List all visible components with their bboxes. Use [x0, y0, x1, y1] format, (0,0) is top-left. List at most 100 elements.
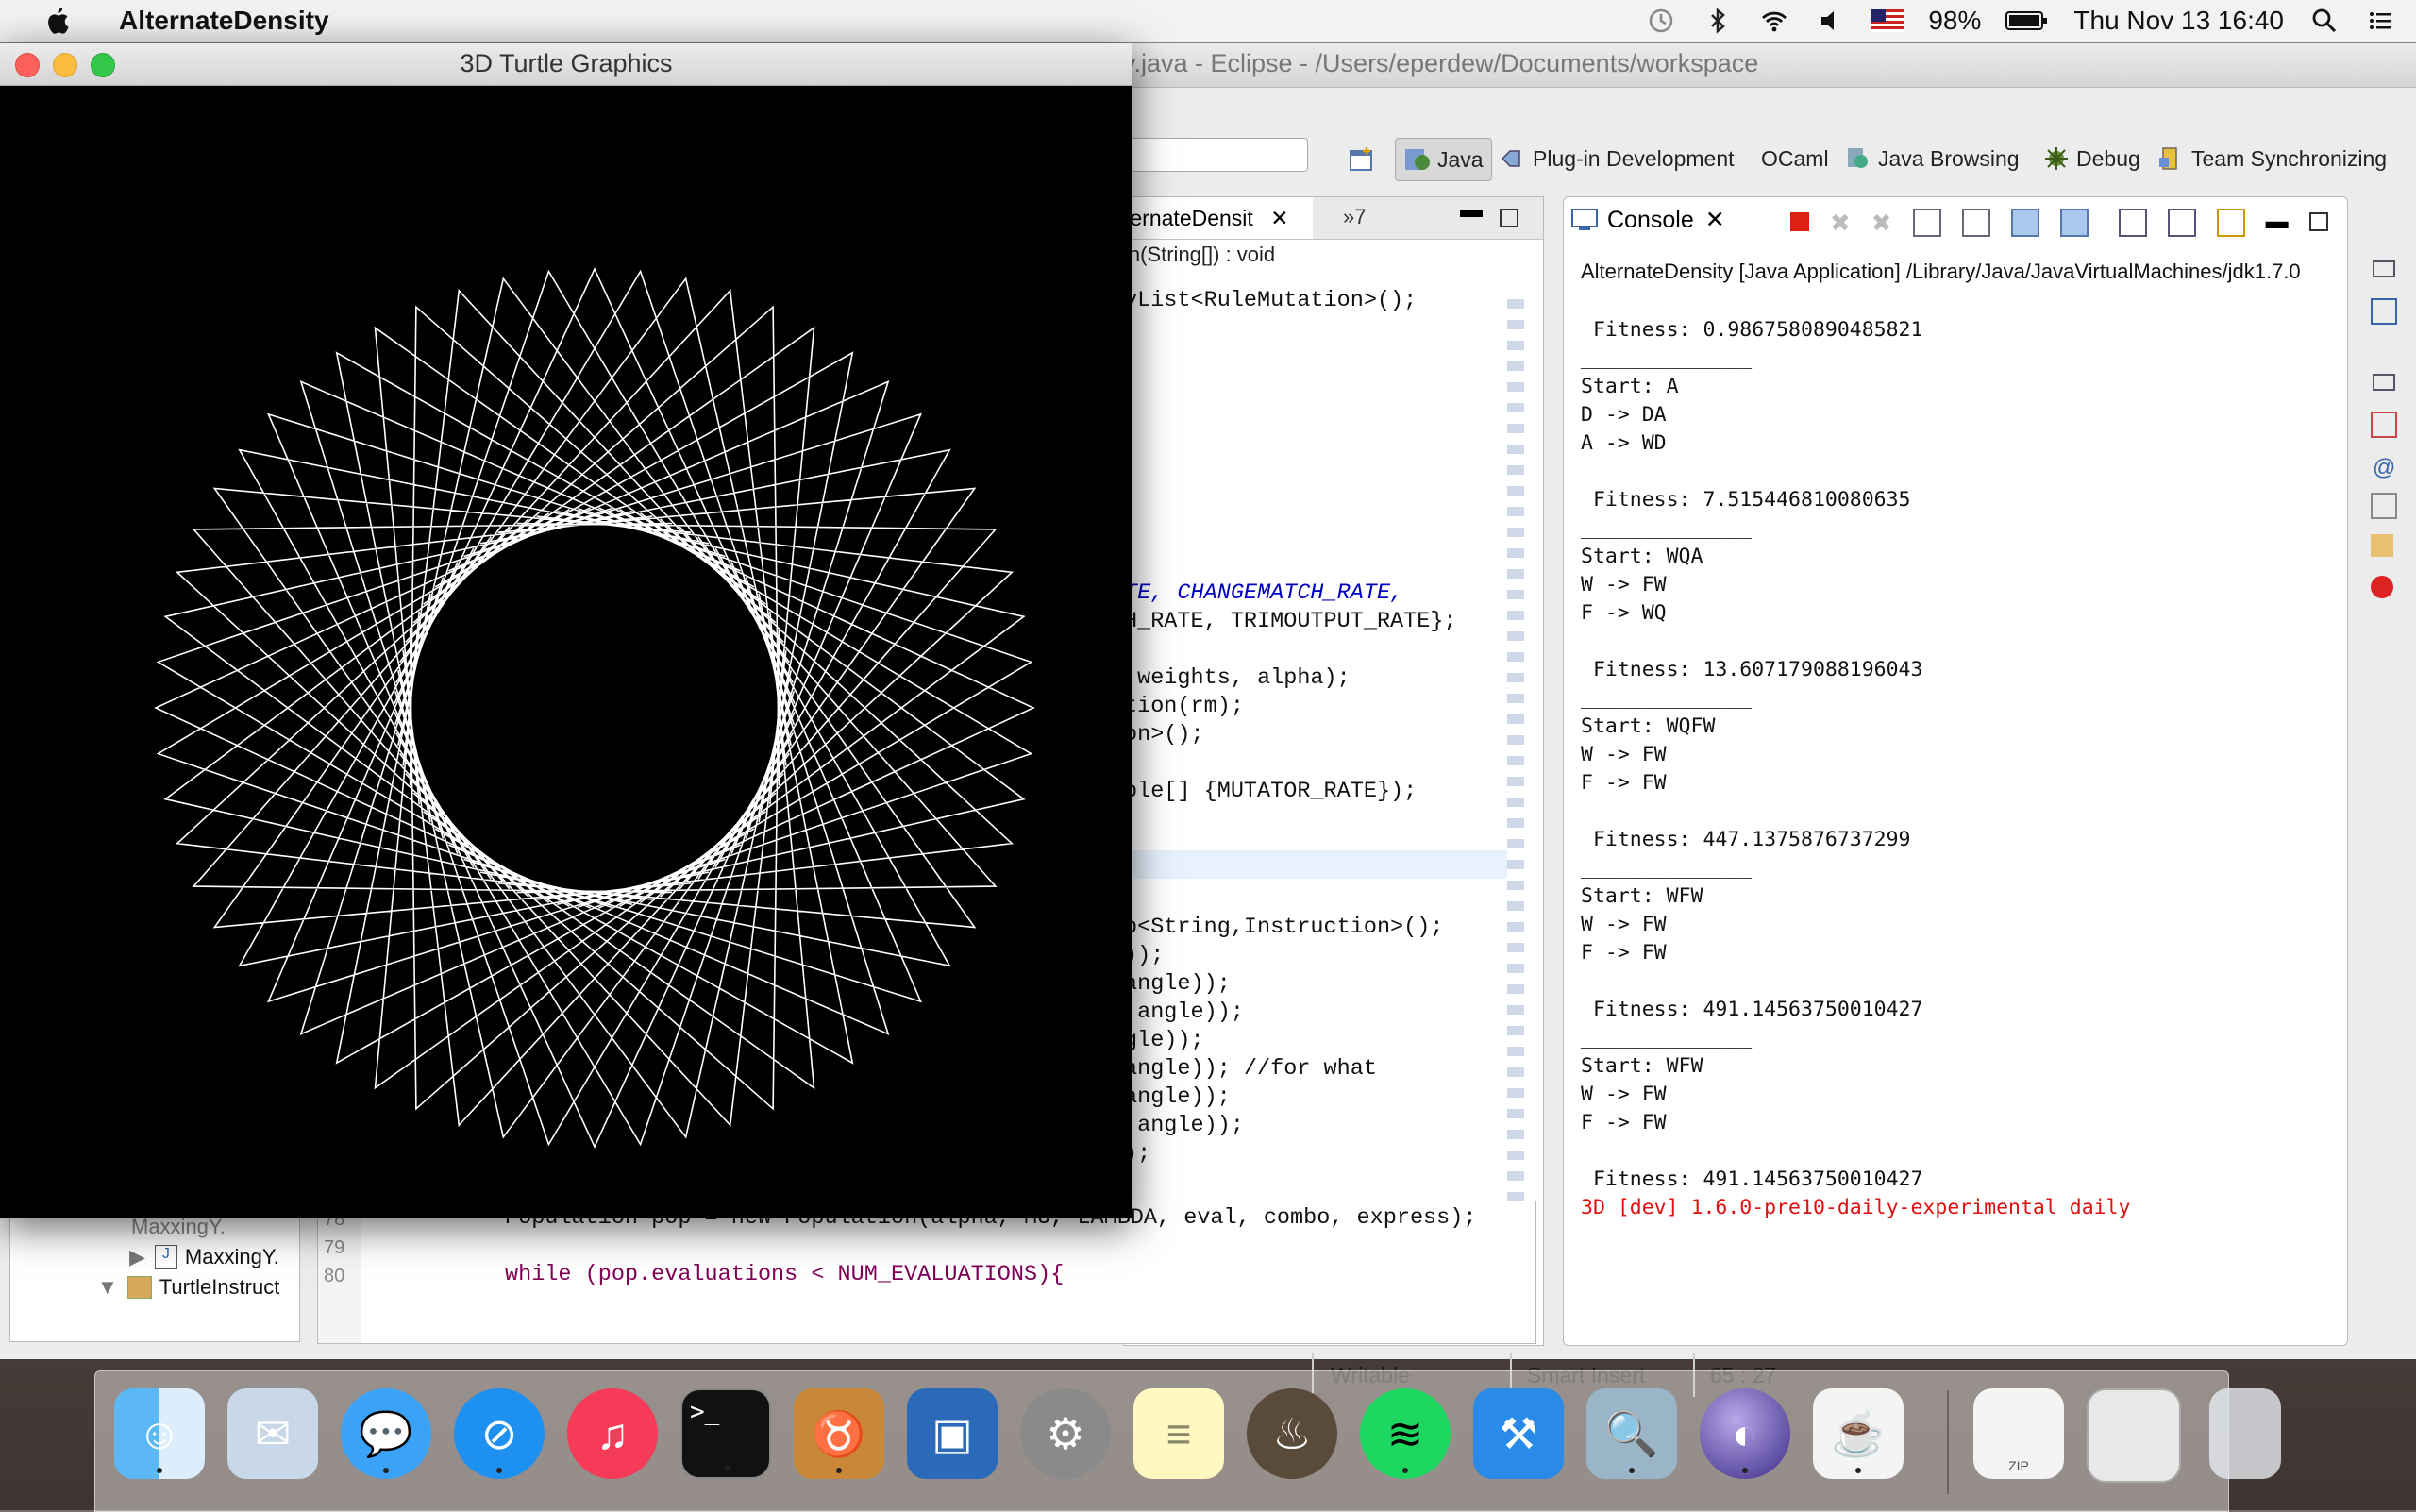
close-icon[interactable]: ✕ [1705, 206, 1725, 234]
xcode-icon[interactable]: ⚒ [1473, 1388, 1564, 1479]
package-explorer[interactable]: MaxxingY. ▶ J MaxxingY. ▼ TurtleInstruct [9, 1206, 300, 1342]
show-on-output-icon[interactable] [2010, 209, 2039, 237]
remove-all-icon[interactable]: ✖ [1871, 209, 1892, 238]
editor-tab-label: ternateDensit [1124, 206, 1253, 230]
open-console-icon[interactable] [2216, 209, 2245, 237]
mail-icon[interactable]: ✉ [227, 1388, 318, 1479]
show-on-error-icon[interactable] [2059, 209, 2089, 237]
perspective-debug[interactable]: Debug [2042, 138, 2140, 179]
spotlight-search-icon[interactable] [2308, 7, 2340, 35]
pin-console-icon[interactable] [2118, 209, 2147, 237]
console-tab[interactable]: Console ✕ [1571, 201, 1725, 239]
spotify-icon[interactable]: ≋ [1360, 1388, 1451, 1479]
notes-icon[interactable]: ≡ [1133, 1388, 1224, 1479]
editor-breadcrumb[interactable]: in(String[]) : void [1124, 243, 1275, 267]
code-line: p<String,Instruction>(); [1124, 915, 1444, 940]
battery-icon[interactable] [2005, 7, 2049, 35]
system-preferences-icon[interactable]: ⚙ [1020, 1388, 1111, 1479]
editor-overflow-tabs[interactable]: »7 [1343, 205, 1366, 229]
close-icon[interactable]: ✕ [1270, 206, 1288, 230]
active-app-name[interactable]: AlternateDensity [119, 6, 329, 36]
remove-launch-icon[interactable]: ✖ [1830, 209, 1851, 238]
us-flag-icon[interactable] [1871, 7, 1904, 35]
battery-percent[interactable]: 98% [1928, 6, 1981, 36]
chevron-down-icon[interactable]: ▼ [97, 1275, 118, 1300]
maximize-icon[interactable] [2308, 212, 2328, 231]
dock: ☺ ✉ 💬 ⊘ ♫ >_ ♉ ▣ ⚙ ≡ ♨ ≋ ⚒ 🔍 ◐ ☕ ZIP [94, 1370, 2281, 1512]
tree-item-maxxingy[interactable]: ▶ J MaxxingY. [129, 1245, 279, 1269]
volume-icon[interactable] [1815, 7, 1847, 35]
virtualbox-icon[interactable]: ▣ [907, 1388, 998, 1479]
line-number: 79 [324, 1237, 345, 1258]
code-line: TE, CHANGEMATCH_RATE, [1124, 580, 1403, 606]
itunes-icon[interactable]: ♫ [567, 1388, 658, 1479]
restore-icon[interactable] [2373, 374, 2395, 391]
problems-icon[interactable] [2371, 412, 2397, 438]
tasks-icon[interactable] [2371, 534, 2393, 557]
java-perspective-icon [1405, 149, 1430, 170]
menu-clock[interactable]: Thu Nov 13 16:40 [2073, 6, 2284, 36]
turtle-title-bar[interactable]: 3D Turtle Graphics [0, 43, 1132, 86]
perspective-java[interactable]: Java [1395, 138, 1492, 181]
tree-item-turtleinstruct[interactable]: ▼ TurtleInstruct [97, 1275, 279, 1300]
apple-icon[interactable] [38, 7, 76, 35]
overview-ruler[interactable] [1507, 288, 1524, 1326]
team-sync-icon [2159, 147, 2177, 170]
javadoc-icon[interactable]: @ [2373, 455, 2395, 481]
zip-icon[interactable]: ZIP [1973, 1388, 2064, 1479]
turtle-graphics-window: 3D Turtle Graphics [0, 43, 1132, 1218]
gnu-icon[interactable]: ♉ [794, 1388, 884, 1479]
tree-item-label: MaxxingY. [184, 1245, 279, 1268]
perspective-plugin-development[interactable]: Plug-in Development [1499, 138, 1735, 179]
perspective-ocaml[interactable]: OCaml [1761, 138, 1829, 179]
perspective-label: Team Synchronizing [2191, 145, 2388, 171]
bluetooth-icon[interactable] [1702, 7, 1734, 35]
console-view[interactable]: Console ✕ ✖ ✖ ▬ AlternateDensity [Java A… [1563, 196, 2348, 1346]
code-line: TE, CHANGEMATCH_RATE, [1124, 580, 1404, 606]
console-output[interactable]: Fitness: 0.9867580890485821 ____________… [1581, 316, 2130, 1222]
outline-icon[interactable] [2371, 298, 2397, 325]
finder-icon[interactable]: ☺ [114, 1388, 205, 1479]
declaration-icon[interactable] [2371, 493, 2397, 519]
terminate-icon[interactable] [1790, 212, 1809, 231]
cauldron-icon[interactable]: ♨ [1247, 1388, 1337, 1479]
screenshot-icon[interactable] [2087, 1388, 2181, 1483]
code-line: H_RATE, TRIMOUTPUT_RATE}; [1124, 609, 1457, 634]
notification-center-icon[interactable] [2365, 7, 2397, 35]
code-line: tion(rm); [1124, 694, 1244, 719]
code-line: ,angle)); [1124, 1000, 1244, 1025]
java-editor[interactable]: ternateDensit ✕ »7 ▬ in(String[]) : void… [1123, 196, 1544, 1346]
turtle-drawing [154, 267, 1035, 1149]
open-perspective-icon[interactable] [1348, 145, 1376, 174]
preview-icon[interactable]: 🔍 [1586, 1388, 1677, 1479]
restore-icon[interactable] [2373, 260, 2395, 277]
minimize-icon[interactable]: ▬ [2266, 209, 2289, 238]
wifi-icon[interactable] [1758, 7, 1790, 35]
console-tab-label: Console [1607, 206, 1694, 233]
maximize-icon[interactable] [1500, 209, 1518, 227]
safari-icon[interactable]: ⊘ [454, 1388, 545, 1479]
messages-icon[interactable]: 💬 [341, 1388, 431, 1479]
code-line: angle)); //for what [1124, 1056, 1377, 1082]
code-line: ble[] {MUTATOR_RATE}); [1124, 779, 1418, 804]
eclipse-icon[interactable]: ◐ [1700, 1388, 1790, 1479]
minimize-icon[interactable]: ▬ [1460, 197, 1483, 224]
trash-icon[interactable] [2209, 1388, 2281, 1479]
scroll-lock-icon[interactable] [1961, 209, 1990, 237]
console-icon [1571, 209, 1598, 230]
java-icon[interactable]: ☕ [1813, 1388, 1904, 1479]
time-machine-icon[interactable] [1645, 7, 1677, 35]
perspective-team-synchronizing[interactable]: Team Synchronizing [2157, 138, 2387, 179]
error-log-icon[interactable] [2371, 576, 2393, 598]
editor-lower-region[interactable]: 78 79 80 Population pop = new Population… [317, 1201, 1536, 1344]
code-line: yList<RuleMutation>(); [1124, 288, 1418, 313]
clear-console-icon[interactable] [1912, 209, 1941, 237]
chevron-right-icon[interactable]: ▶ [129, 1245, 145, 1269]
display-console-icon[interactable] [2167, 209, 2196, 237]
perspective-java-browsing[interactable]: Java Browsing [1844, 138, 2020, 179]
turtle-canvas[interactable] [0, 85, 1132, 1218]
editor-tab[interactable]: ternateDensit ✕ [1124, 197, 1313, 239]
terminal-icon[interactable]: >_ [680, 1388, 771, 1479]
turtle-window-title: 3D Turtle Graphics [460, 49, 673, 77]
zip-label: ZIP [2008, 1458, 2029, 1473]
